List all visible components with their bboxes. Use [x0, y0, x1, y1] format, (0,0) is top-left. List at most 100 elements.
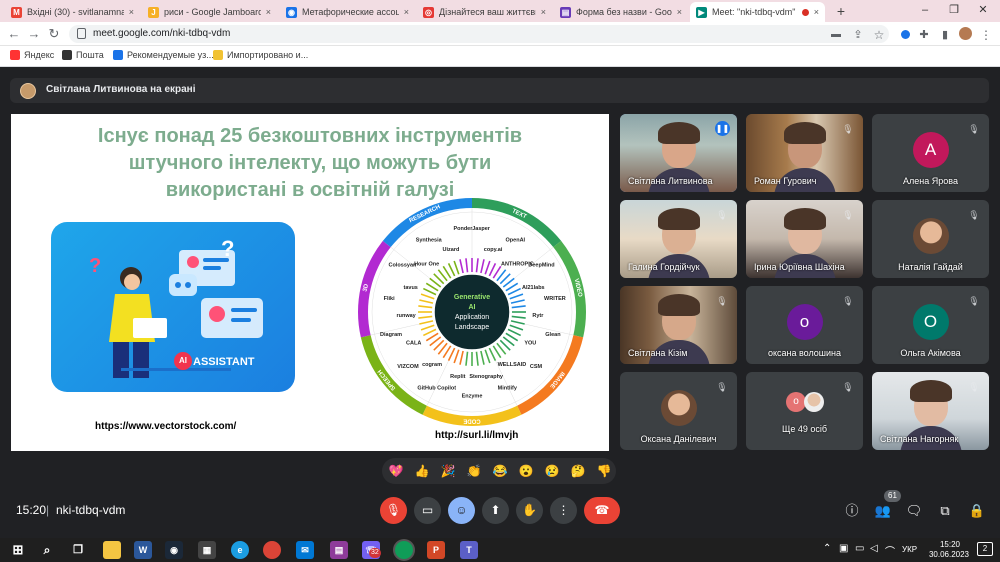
present-button[interactable]: ⬆ [482, 497, 509, 524]
mic-muted-icon: 🎙 [968, 210, 980, 220]
bookmark-item[interactable]: Рекомендуемые уз... [113, 50, 214, 60]
profile-avatar[interactable] [959, 27, 972, 40]
sidebar-icon[interactable]: ▮ [937, 27, 953, 43]
chrome-active-icon[interactable] [395, 541, 413, 559]
window-close-button[interactable]: ✕ [969, 2, 997, 18]
activities-icon[interactable]: ⧉ [936, 502, 954, 520]
presenter-avatar [20, 83, 36, 99]
camera-toggle-button[interactable]: ▭ [414, 497, 441, 524]
ai-tool-logo: VIZCOM [397, 364, 419, 370]
reaction-emoji[interactable]: 😂 [490, 462, 510, 480]
reaction-emoji[interactable]: 👍 [412, 462, 432, 480]
people-icon[interactable]: 👥 [874, 502, 892, 520]
leave-call-button[interactable]: ☎ [584, 497, 620, 524]
gmail-icon: M [11, 6, 22, 18]
camera-status-icon[interactable]: ▬ [828, 27, 844, 43]
tab-close-icon[interactable]: × [266, 7, 271, 17]
presenter-label: Світлана Литвинова на екрані [46, 84, 196, 95]
clock-time[interactable]: 15:20 [930, 540, 970, 549]
mail-icon[interactable]: ✉ [296, 541, 314, 559]
wifi-icon[interactable]: ⌒ [885, 543, 895, 558]
tab-close-icon[interactable]: × [404, 7, 409, 17]
start-icon[interactable]: ⊞ [9, 541, 27, 559]
restore-button[interactable]: ❐ [940, 2, 968, 18]
participant-name: Наталія Гайдай [898, 262, 963, 272]
participant-tile[interactable]: Світлана Литвинова ❚❚ [620, 114, 737, 192]
tab-target[interactable]: ◎ Дізнайтеся ваш життєвий × [417, 2, 552, 22]
back-icon[interactable]: ← [6, 26, 22, 42]
powerpoint-icon[interactable]: P [427, 541, 445, 559]
tab-close-icon[interactable]: × [541, 7, 546, 17]
participant-tile[interactable]: Світлана Кізім 🎙 [620, 286, 737, 364]
participant-tile[interactable]: Галина Гордійчук 🎙 [620, 200, 737, 278]
tab-gmail[interactable]: M Вхідні (30) - svitlanamnago × [5, 2, 140, 22]
forward-icon[interactable]: → [26, 26, 42, 42]
more-options-button[interactable]: ⋮ [550, 497, 577, 524]
store-icon[interactable]: ▦ [198, 541, 216, 559]
mic-muted-icon: 🎙 [842, 296, 854, 306]
more-icon: ⋮ [557, 503, 570, 517]
participant-tile[interactable]: А Алена Ярова 🎙 [872, 114, 989, 192]
participant-tile[interactable]: о Ще 49 осіб 🎙 [746, 372, 863, 450]
participant-tile[interactable]: Світлана Нагорняк 🎙 [872, 372, 989, 450]
tab-close-icon[interactable]: × [814, 7, 819, 17]
tray-chevron-icon[interactable]: ⌃ [823, 543, 831, 554]
reaction-emoji[interactable]: 👏 [464, 462, 484, 480]
extension-dot-icon[interactable] [901, 30, 910, 39]
chat-icon[interactable]: 🗨 [905, 502, 923, 520]
raise-hand-button[interactable]: ✋ [516, 497, 543, 524]
tab-close-icon[interactable]: × [129, 7, 134, 17]
tab-jamboard[interactable]: Jриси - Google Jamboard × [142, 2, 277, 22]
share-icon[interactable]: ⇪ [850, 27, 866, 43]
tab-site[interactable]: ◉ Метафорические ассоциа × [280, 2, 415, 22]
notification-icon[interactable]: 2 [977, 542, 993, 556]
info-icon[interactable]: ⓘ [843, 502, 861, 520]
host-controls-icon[interactable]: 🔒 [968, 502, 986, 520]
participant-tile[interactable]: о оксана волошина 🎙 [746, 286, 863, 364]
teams-icon[interactable]: T [460, 541, 478, 559]
edge-icon[interactable]: e [231, 541, 249, 559]
mic-muted-icon: 🎙 [842, 210, 854, 220]
tab-meet[interactable]: ▶ Meet: "nki-tdbq-vdm" × [690, 2, 825, 22]
new-tab-button[interactable]: + [833, 3, 849, 19]
participant-tile[interactable]: Роман Гурович 🎙 [746, 114, 863, 192]
network-icon[interactable]: ▭ [855, 543, 864, 554]
reaction-emoji[interactable]: 😢 [542, 462, 562, 480]
participant-name: Світлана Литвинова [628, 176, 713, 186]
language-indicator[interactable]: УКР [902, 545, 917, 554]
minimize-button[interactable]: – [911, 2, 939, 18]
word-icon[interactable]: W [134, 541, 152, 559]
file-explorer-icon[interactable] [103, 541, 121, 559]
extensions-icon[interactable]: ✚ [916, 27, 932, 43]
reaction-emoji[interactable]: 😮 [516, 462, 536, 480]
participant-tile[interactable]: Ірина Юріївна Шахіна 🎙 [746, 200, 863, 278]
steam-icon[interactable]: ◉ [165, 541, 183, 559]
participant-tile[interactable]: Наталія Гайдай 🎙 [872, 200, 989, 278]
reaction-emoji[interactable]: 💖 [386, 462, 406, 480]
volume-icon[interactable]: ◁ [870, 543, 878, 554]
url-text[interactable]: meet.google.com/nki-tdbq-vdm [93, 27, 230, 41]
bookmark-star-icon[interactable]: ☆ [871, 27, 887, 43]
ai-assistant-label: ASSISTANT [193, 356, 255, 368]
task-view-icon[interactable]: ❐ [69, 541, 87, 559]
tab-forms[interactable]: ▤ Форма без назви - Google × [554, 2, 688, 22]
clock-date[interactable]: 30.06.2023 [924, 550, 974, 559]
reactions-button[interactable]: ☺ [448, 497, 475, 524]
tab-close-icon[interactable]: × [677, 7, 682, 17]
menu-icon[interactable]: ⋮ [978, 27, 994, 43]
winrar-icon[interactable]: ▤ [330, 541, 348, 559]
tray-app-icon[interactable]: ▣ [839, 543, 848, 554]
reaction-emoji[interactable]: 🤔 [568, 462, 588, 480]
participant-tile[interactable]: Оксана Данілевич 🎙 [620, 372, 737, 450]
bookmark-item[interactable]: Импортировано и... [213, 50, 308, 60]
bookmark-item[interactable]: Пошта [62, 50, 104, 60]
participant-tile[interactable]: О Ольга Акімова 🎙 [872, 286, 989, 364]
mic-toggle-button[interactable]: 🎙 [380, 497, 407, 524]
reload-icon[interactable]: ↻ [46, 26, 62, 42]
search-icon[interactable]: ⌕ [38, 541, 56, 559]
chrome-taskbar-icon[interactable] [263, 541, 281, 559]
reaction-emoji[interactable]: 🎉 [438, 462, 458, 480]
reaction-emoji[interactable]: 👎 [594, 462, 614, 480]
participant-hair [784, 122, 826, 144]
bookmark-item[interactable]: Яндекс [10, 50, 54, 60]
